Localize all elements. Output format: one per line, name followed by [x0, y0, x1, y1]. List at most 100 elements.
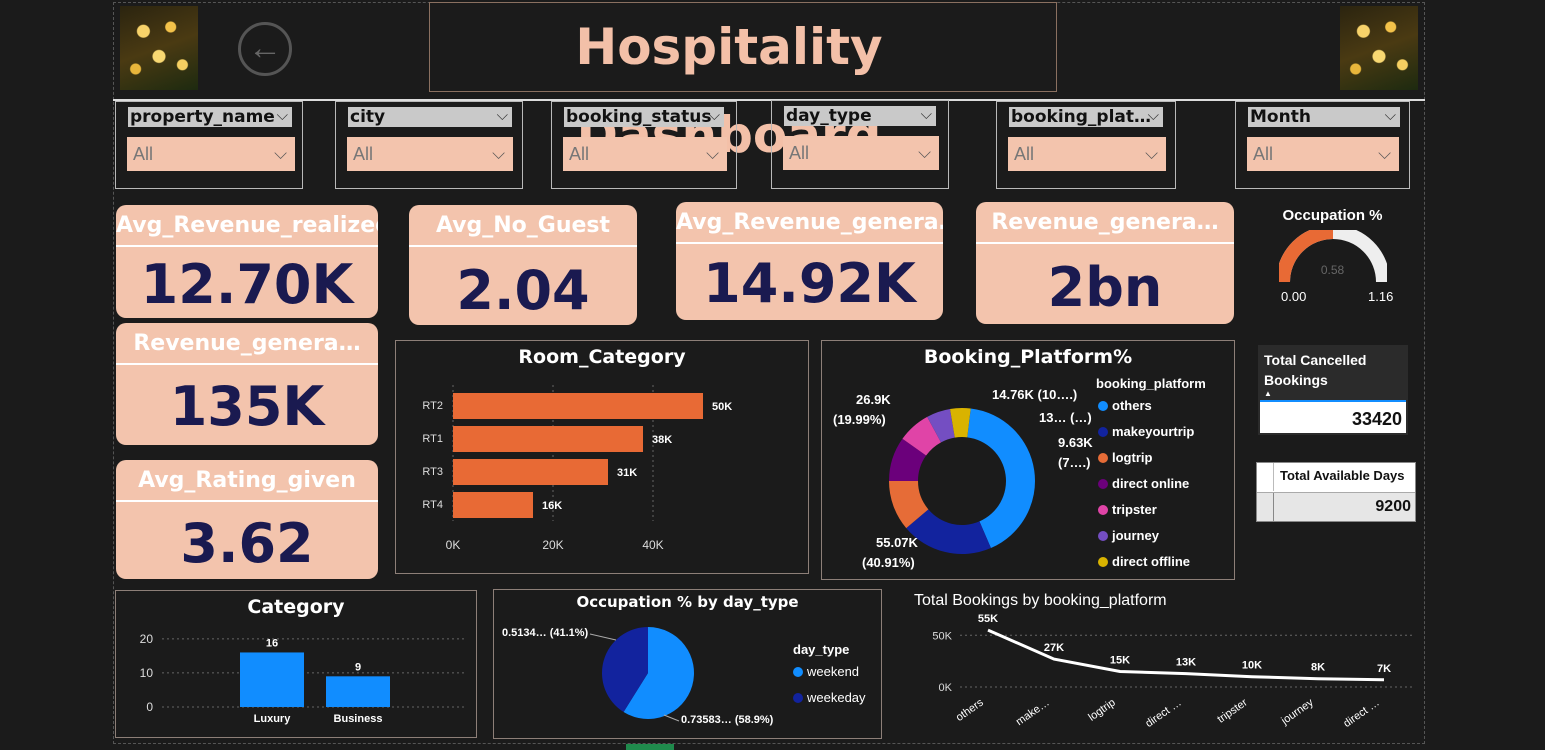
legend-swatch: [793, 693, 803, 703]
bar: [240, 652, 304, 707]
kpi-card-revenue-generated-2: Revenue_genera… 135K: [116, 323, 378, 445]
legend-swatch: [1098, 505, 1108, 515]
kpi-label: Revenue_genera…: [991, 210, 1219, 235]
legend-label: weekeday: [807, 690, 866, 705]
legend-item[interactable]: direct offline: [1098, 554, 1190, 569]
booking-platform-panel: Booking_Platform% 26.9K (19.99%) 14.76K …: [821, 340, 1235, 580]
sort-arrow-icon[interactable]: ▲: [1264, 389, 1272, 398]
chevron-down-icon[interactable]: ⌵: [921, 106, 932, 124]
bar: [453, 393, 703, 419]
kpi-card-avg-revenue-generated: Avg_Revenue_genera… 14.92K: [676, 202, 943, 320]
y-tick-label: 0: [146, 700, 153, 714]
data-label: (19.99%): [833, 412, 886, 427]
table-header[interactable]: Total Available Days: [1273, 463, 1405, 491]
data-label: 16K: [542, 500, 562, 512]
legend-label: makeyourtrip: [1112, 424, 1195, 439]
data-label: 13K: [1176, 657, 1196, 669]
bar: [453, 492, 533, 518]
kpi-label: Avg_No_Guest: [435, 213, 611, 238]
data-label: (40.91%): [862, 555, 915, 570]
leader-line: [589, 633, 617, 641]
slicer-dropdown[interactable]: All ⌵: [1008, 137, 1166, 171]
legend-item[interactable]: others: [1098, 398, 1152, 413]
legend-label: tripster: [1112, 502, 1157, 517]
slicer-dropdown[interactable]: All ⌵: [1247, 137, 1399, 171]
chevron-down-icon: ⌵: [1145, 144, 1158, 163]
slicer-dropdown[interactable]: All ⌵: [127, 137, 295, 171]
chevron-down-icon[interactable]: ⌵: [1385, 107, 1396, 125]
chevron-down-icon: ⌵: [706, 144, 719, 163]
data-label: 9: [355, 661, 361, 673]
legend-title: booking_platform: [1096, 376, 1206, 391]
kpi-value: 14.92K: [703, 252, 916, 315]
legend-item[interactable]: logtrip: [1098, 450, 1152, 465]
table-header[interactable]: Total Cancelled Bookings: [1264, 350, 1404, 390]
title-box: Hospitality Dashboard: [429, 2, 1057, 164]
room-category-panel: Room_Category 0K 20K 40K RT2 50K RT1 38K RT3 31K…: [395, 340, 809, 574]
kpi-divider: [976, 242, 1234, 244]
slicer-label: city ⌵: [348, 107, 512, 127]
category-label: tripster: [1215, 696, 1250, 725]
category-label: RT4: [422, 499, 443, 511]
chevron-down-icon[interactable]: ⌵: [277, 107, 288, 125]
legend-swatch: [1098, 557, 1108, 567]
slicer-label: booking_plat… ⌵: [1009, 107, 1163, 127]
slicer-dropdown[interactable]: All ⌵: [347, 137, 513, 171]
category-label: RT2: [422, 400, 443, 412]
chevron-down-icon[interactable]: ⌵: [709, 107, 720, 125]
data-label: 9.63K: [1058, 435, 1093, 450]
x-tick-label: 20K: [542, 538, 563, 552]
lights-image-right: [1340, 6, 1418, 90]
category-label: Luxury: [254, 713, 292, 725]
kpi-divider: [116, 245, 378, 247]
slicer-dropdown[interactable]: All ⌵: [563, 137, 727, 171]
legend-swatch: [793, 667, 803, 677]
page-title: Hospitality Dashboard: [575, 18, 883, 164]
kpi-card-revenue-generated: Revenue_genera… 2bn: [976, 202, 1234, 324]
chevron-down-icon[interactable]: ⌵: [1148, 107, 1159, 125]
page-tab-indicator[interactable]: [626, 744, 674, 750]
data-label: 15K: [1110, 654, 1130, 666]
gauge-max: 1.16: [1368, 289, 1394, 304]
x-tick-label: 40K: [642, 538, 663, 552]
category-label: journey: [1278, 696, 1316, 727]
data-label: (7….): [1058, 455, 1091, 470]
slicer-label: Month ⌵: [1248, 107, 1400, 127]
data-label: 0.73583… (58.9%): [681, 714, 774, 726]
kpi-card-avg-rating-given: Avg_Rating_given 3.62: [116, 460, 378, 579]
lights-image-left: [120, 6, 198, 90]
chevron-down-icon: ⌵: [492, 144, 505, 163]
room-category-chart: 0K 20K 40K RT2 50K RT1 38K RT3 31K RT4 16K: [422, 385, 732, 552]
legend-item[interactable]: weekend: [793, 664, 859, 679]
legend-item[interactable]: weekeday: [793, 690, 866, 705]
slicer-day-type[interactable]: day_type ⌵ All ⌵: [771, 100, 949, 189]
slicer-booking-platform[interactable]: booking_plat… ⌵ All ⌵: [996, 101, 1176, 189]
slicer-property-name[interactable]: property_name ⌵ All ⌵: [115, 101, 303, 189]
legend-swatch: [1098, 401, 1108, 411]
legend-item[interactable]: makeyourtrip: [1098, 424, 1194, 439]
kpi-value: 2bn: [1047, 256, 1163, 319]
slicer-month[interactable]: Month ⌵ All ⌵: [1235, 101, 1410, 189]
category-label: Business: [334, 713, 383, 725]
slicer-booking-status[interactable]: booking_status ⌵ All ⌵: [551, 101, 737, 189]
slicer-label: booking_status ⌵: [564, 107, 724, 127]
data-label: 13… (…): [1039, 410, 1092, 425]
chevron-down-icon[interactable]: ⌵: [497, 107, 508, 125]
legend-label: direct offline: [1112, 554, 1191, 569]
legend-item[interactable]: tripster: [1098, 502, 1157, 517]
kpi-divider: [116, 363, 378, 365]
slicer-city[interactable]: city ⌵ All ⌵: [335, 101, 523, 189]
kpi-label: Avg_Rating_given: [138, 468, 356, 493]
kpi-value: 12.70K: [140, 253, 354, 316]
gauge-title: Occupation %: [1282, 207, 1383, 224]
legend-item[interactable]: journey: [1098, 528, 1159, 543]
back-arrow-icon[interactable]: ←: [238, 22, 292, 76]
kpi-label: Revenue_genera…: [133, 331, 361, 356]
legend-title: day_type: [793, 642, 850, 657]
slicer-dropdown[interactable]: All ⌵: [783, 136, 939, 170]
legend-label: direct online: [1112, 476, 1190, 491]
legend-label: weekend: [807, 664, 860, 679]
data-label: 7K: [1377, 663, 1391, 675]
y-tick-label: 10: [140, 666, 154, 680]
legend-item[interactable]: direct online: [1098, 476, 1189, 491]
